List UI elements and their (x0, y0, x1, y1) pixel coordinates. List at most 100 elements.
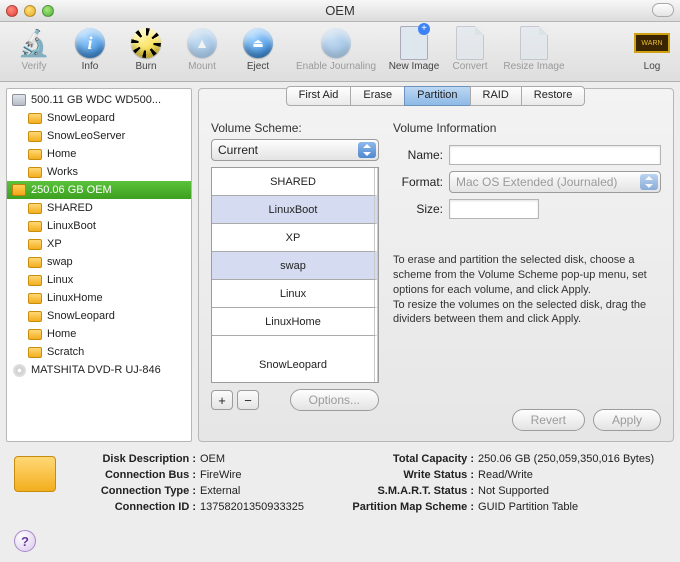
sidebar-item[interactable]: LinuxHome (7, 289, 191, 307)
sidebar-item-label: swap (47, 256, 73, 268)
toolbar-log[interactable]: WARN Log (630, 25, 674, 72)
toolbar-eject[interactable]: ⏏ Eject (230, 25, 286, 72)
sidebar-item-label: XP (47, 238, 62, 250)
volume-information-heading: Volume Information (393, 121, 661, 135)
volume-scheme-popup[interactable]: Current (211, 139, 379, 161)
volume-icon (27, 273, 43, 287)
journaling-icon (321, 28, 351, 58)
volume-icon (27, 165, 43, 179)
sidebar-item[interactable]: Scratch (7, 343, 191, 361)
partition-block[interactable]: SnowLeopard (212, 336, 378, 383)
toolbar-mount: ▲ Mount (174, 25, 230, 72)
sidebar-item[interactable]: XP (7, 235, 191, 253)
partition-panel: First Aid Erase Partition RAID Restore V… (198, 88, 674, 442)
volume-icon (27, 345, 43, 359)
format-popup[interactable]: Mac OS Extended (Journaled) (449, 171, 661, 193)
info-icon: i (75, 28, 105, 58)
sidebar-item-label: SHARED (47, 202, 93, 214)
chevron-updown-icon (358, 142, 376, 158)
sidebar-item-label: LinuxHome (47, 292, 103, 304)
partition-block[interactable]: XP (212, 224, 378, 252)
volume-size-input[interactable] (449, 199, 539, 219)
sidebar-item-label: LinuxBoot (47, 220, 96, 232)
remove-partition-button[interactable]: − (237, 390, 259, 410)
sidebar-item[interactable]: 250.06 GB OEM (7, 181, 191, 199)
sidebar-item[interactable]: LinuxBoot (7, 217, 191, 235)
volume-scheme-label: Volume Scheme: (211, 121, 379, 135)
toolbar-enable-journaling: Enable Journaling (286, 25, 386, 72)
volume-icon (27, 291, 43, 305)
volume-icon (27, 111, 43, 125)
disk-sidebar[interactable]: 500.11 GB WDC WD500... SnowLeopard SnowLeo… (6, 88, 192, 442)
resize-image-icon (520, 26, 548, 60)
volume-icon (27, 129, 43, 143)
toolbar: 🔬 Verify i Info Burn ▲ Mount ⏏ Eject Ena… (0, 22, 680, 82)
help-text: To erase and partition the selected disk… (393, 253, 661, 327)
mount-icon: ▲ (187, 28, 217, 58)
toolbar-resize-image: Resize Image (498, 25, 570, 72)
tab-erase[interactable]: Erase (350, 86, 405, 106)
sidebar-item[interactable]: SHARED (7, 199, 191, 217)
toolbar-burn[interactable]: Burn (118, 25, 174, 72)
options-button[interactable]: Options... (290, 389, 379, 411)
partition-block[interactable]: LinuxBoot (212, 196, 378, 224)
sidebar-item[interactable]: Home (7, 325, 191, 343)
sidebar-item[interactable]: SnowLeopard (7, 307, 191, 325)
apply-button[interactable]: Apply (593, 409, 661, 431)
sidebar-item[interactable]: Linux (7, 271, 191, 289)
partition-block[interactable]: SHARED (212, 168, 378, 196)
tab-restore[interactable]: Restore (521, 86, 586, 106)
sidebar-item[interactable]: SnowLeoServer (7, 127, 191, 145)
optical-drive-icon (11, 363, 27, 377)
tab-partition[interactable]: Partition (404, 86, 470, 106)
sidebar-item-label: SnowLeoServer (47, 130, 125, 142)
format-label: Format: (393, 175, 443, 189)
sidebar-item-label: Scratch (47, 346, 84, 358)
sidebar-item[interactable]: Works (7, 163, 191, 181)
toolbar-toggle-button[interactable] (652, 3, 674, 17)
volume-icon (27, 237, 43, 251)
add-partition-button[interactable]: + (211, 390, 233, 410)
partition-map[interactable]: SHAREDLinuxBootXPswapLinuxLinuxHomeSnowL… (211, 167, 379, 383)
sidebar-item-label: Home (47, 328, 76, 340)
disk-info-footer: Disk Description :OEM Connection Bus :Fi… (0, 442, 680, 522)
sidebar-item-label: Home (47, 148, 76, 160)
eject-icon: ⏏ (243, 28, 273, 58)
toolbar-verify[interactable]: 🔬 Verify (6, 25, 62, 72)
sidebar-item[interactable]: SnowLeopard (7, 109, 191, 127)
volume-name-input[interactable] (449, 145, 661, 165)
toolbar-convert: Convert (442, 25, 498, 72)
partition-block[interactable]: LinuxHome (212, 308, 378, 336)
sidebar-item[interactable]: 500.11 GB WDC WD500... (7, 91, 191, 109)
sidebar-item-label: SnowLeopard (47, 112, 115, 124)
volume-icon (27, 327, 43, 341)
volume-icon (27, 255, 43, 269)
new-image-icon: + (400, 26, 428, 60)
volume-icon (27, 201, 43, 215)
name-label: Name: (393, 148, 443, 162)
tab-raid[interactable]: RAID (470, 86, 522, 106)
sidebar-item[interactable]: MATSHITA DVD-R UJ-846 (7, 361, 191, 379)
toolbar-info[interactable]: i Info (62, 25, 118, 72)
sidebar-item[interactable]: swap (7, 253, 191, 271)
sidebar-item-label: Works (47, 166, 78, 178)
sidebar-item[interactable]: Home (7, 145, 191, 163)
sidebar-item-label: SnowLeopard (47, 310, 115, 322)
toolbar-new-image[interactable]: + New Image (386, 25, 442, 72)
tab-bar: First Aid Erase Partition RAID Restore (199, 86, 673, 106)
size-label: Size: (393, 202, 443, 216)
window-title: OEM (0, 3, 680, 18)
sidebar-item-label: 250.06 GB OEM (31, 184, 112, 196)
log-icon: WARN (634, 33, 670, 53)
convert-icon (456, 26, 484, 60)
partition-block[interactable]: Linux (212, 280, 378, 308)
volume-icon (27, 219, 43, 233)
partition-block[interactable]: swap (212, 252, 378, 280)
help-button[interactable]: ? (14, 530, 36, 552)
sidebar-item-label: Linux (47, 274, 73, 286)
revert-button[interactable]: Revert (512, 409, 585, 431)
tab-first-aid[interactable]: First Aid (286, 86, 352, 106)
volume-icon (27, 147, 43, 161)
titlebar: OEM (0, 0, 680, 22)
internal-disk-icon (11, 93, 27, 107)
